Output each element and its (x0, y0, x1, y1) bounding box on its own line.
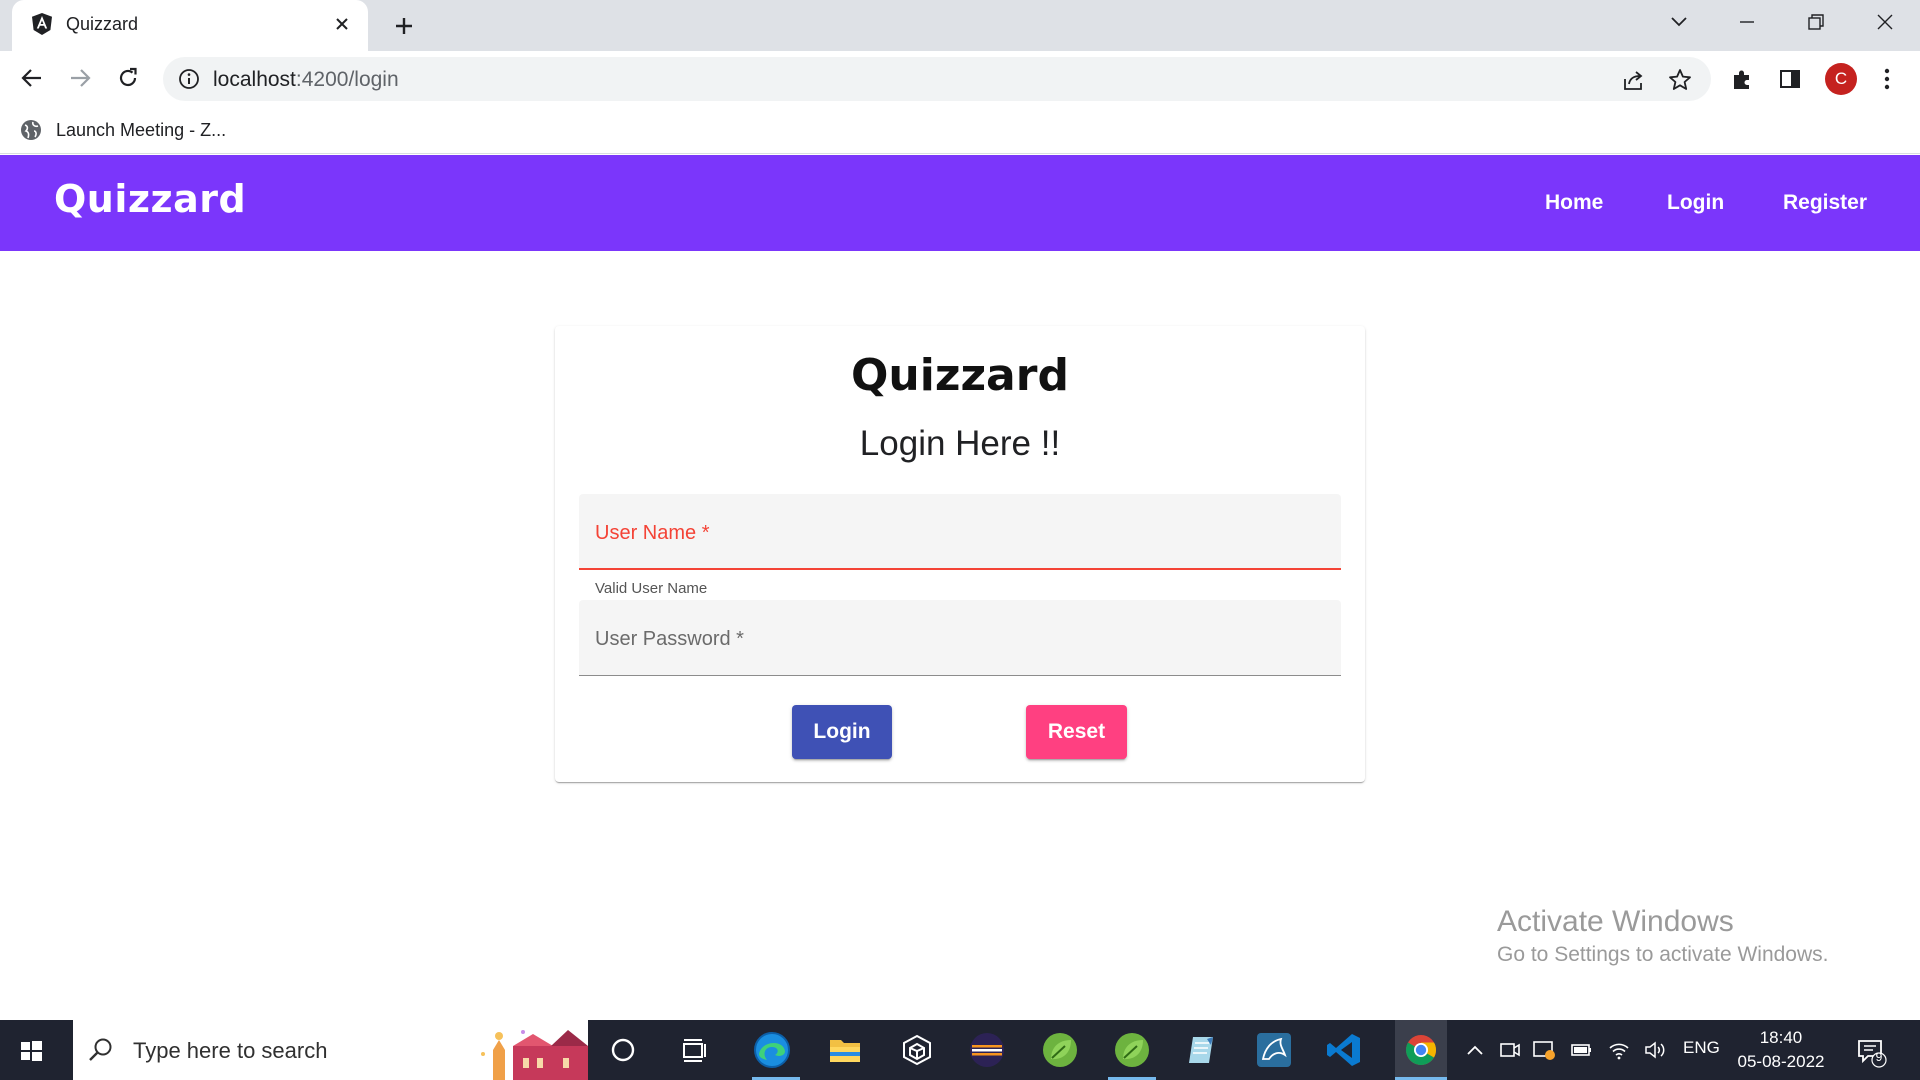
password-input[interactable] (579, 600, 1341, 676)
browser-tabstrip: Quizzard (0, 0, 1920, 51)
file-explorer-icon[interactable] (825, 1030, 865, 1070)
back-arrow-icon[interactable] (16, 62, 48, 94)
windows-start-icon[interactable] (14, 1034, 48, 1068)
spring-tools-icon[interactable] (1040, 1030, 1080, 1070)
volume-icon[interactable] (1642, 1032, 1668, 1068)
share-icon[interactable] (1620, 66, 1648, 94)
language-indicator[interactable]: ENG (1683, 1038, 1720, 1058)
spring-tools-icon[interactable] (1112, 1030, 1152, 1070)
bookmark-launch-meeting[interactable]: Launch Meeting - Z... (20, 115, 226, 145)
eclipse-icon[interactable] (967, 1030, 1007, 1070)
wifi-icon[interactable] (1606, 1032, 1632, 1068)
password-underline (579, 675, 1341, 676)
security-update-icon[interactable] (1531, 1032, 1557, 1068)
chevron-up-icon[interactable] (1463, 1032, 1487, 1068)
vscode-icon[interactable] (1324, 1030, 1364, 1070)
new-tab-icon[interactable] (390, 12, 418, 40)
tab-title: Quizzard (66, 14, 139, 34)
login-button[interactable]: Login (792, 705, 892, 759)
more-menu-icon[interactable] (1872, 64, 1902, 94)
watermark-title: Activate Windows (1497, 905, 1734, 938)
taskbar-search-box[interactable]: Type here to search (73, 1020, 588, 1080)
login-card: Quizzard Login Here !! User Name * Valid… (555, 326, 1365, 782)
side-panel-icon[interactable] (1775, 64, 1805, 94)
app-navbar: Quizzard Home Login Register (0, 155, 1920, 251)
search-placeholder: Type here to search (133, 1038, 328, 1063)
nav-register[interactable]: Register (1783, 191, 1867, 215)
windows-taskbar: Type here to search ENG 18:40 05-08-2022… (0, 1020, 1920, 1080)
notepad-icon[interactable] (1182, 1030, 1222, 1070)
reload-icon[interactable] (112, 62, 144, 94)
browser-tab-active[interactable]: Quizzard (12, 0, 368, 51)
edge-icon[interactable] (752, 1030, 792, 1070)
clock-date: 05-08-2022 (1737, 1052, 1825, 1071)
url-path: :4200/login (295, 68, 399, 91)
username-input[interactable] (579, 494, 1341, 570)
dev-tool-icon[interactable] (897, 1030, 937, 1070)
card-brand-title: Quizzard (851, 350, 1069, 401)
tab-search-icon[interactable] (1661, 8, 1697, 36)
nav-login[interactable]: Login (1667, 191, 1724, 215)
notification-center-icon[interactable]: 9 (1854, 1034, 1888, 1068)
search-highlight-illustration-icon (473, 1024, 588, 1080)
site-info-icon[interactable] (177, 67, 201, 91)
bookmark-star-icon[interactable] (1666, 66, 1694, 94)
address-bar[interactable]: localhost:4200/login (163, 57, 1711, 101)
minimize-icon[interactable] (1729, 8, 1765, 36)
close-tab-icon[interactable] (330, 12, 354, 36)
globe-icon (21, 120, 41, 140)
bookmark-label: Launch Meeting - Z... (56, 119, 227, 140)
clock-time: 18:40 (1759, 1028, 1803, 1047)
password-field[interactable]: User Password * (579, 600, 1341, 676)
navbar-brand[interactable]: Quizzard (54, 177, 246, 221)
bookmarks-bar: Launch Meeting - Z... (0, 105, 1920, 154)
username-hint: Valid User Name (595, 580, 708, 597)
task-view-icon[interactable] (675, 1030, 715, 1070)
login-heading: Login Here !! (859, 424, 1061, 463)
search-icon (89, 1038, 112, 1061)
url-text: localhost:4200/login (213, 68, 399, 92)
restore-icon[interactable] (1798, 8, 1834, 36)
taskbar-clock[interactable]: 18:40 05-08-2022 (1733, 1026, 1829, 1074)
battery-icon[interactable] (1568, 1032, 1594, 1068)
reset-button[interactable]: Reset (1026, 705, 1127, 759)
extensions-icon[interactable] (1727, 64, 1757, 94)
activate-windows-watermark: Activate Windows Go to Settings to activ… (1497, 905, 1829, 967)
forward-arrow-icon[interactable] (64, 62, 96, 94)
browser-toolbar: localhost:4200/login C (0, 51, 1920, 105)
meet-now-icon[interactable] (1497, 1032, 1523, 1068)
cortana-icon[interactable] (603, 1030, 643, 1070)
angular-icon (32, 13, 52, 35)
nav-home[interactable]: Home (1545, 191, 1603, 215)
username-field[interactable]: User Name * (579, 494, 1341, 570)
username-underline (579, 568, 1341, 570)
close-window-icon[interactable] (1867, 8, 1903, 36)
watermark-subtitle: Go to Settings to activate Windows. (1497, 943, 1829, 966)
chrome-icon[interactable] (1395, 1020, 1447, 1080)
notification-count: 9 (1875, 1050, 1883, 1064)
mysql-workbench-icon[interactable] (1254, 1030, 1294, 1070)
profile-avatar[interactable]: C (1825, 63, 1857, 95)
url-host: localhost (213, 68, 296, 91)
